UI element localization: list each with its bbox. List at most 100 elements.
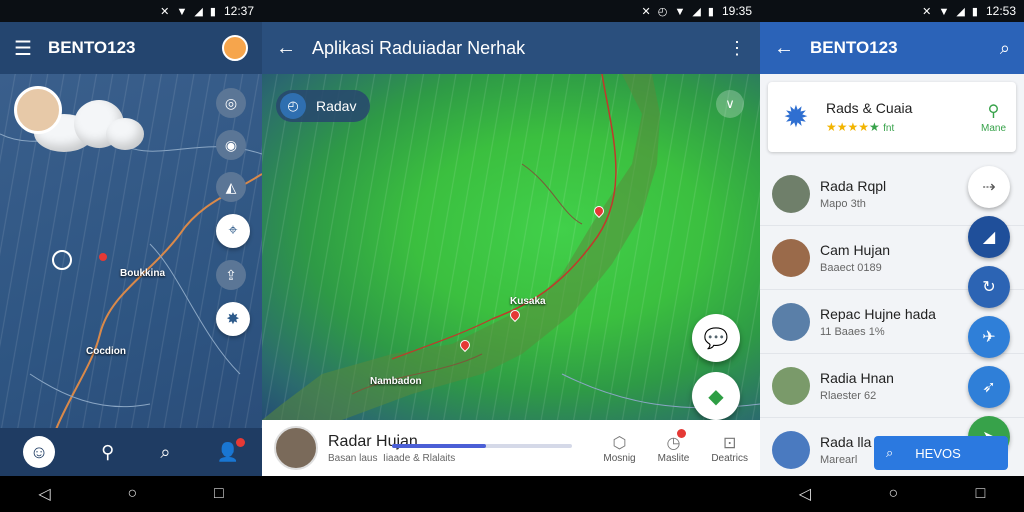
item-name: Radia Hnan — [820, 369, 894, 386]
rocket-icon[interactable]: ➶ — [968, 366, 1010, 408]
system-nav-bar — [262, 476, 760, 512]
system-nav-bar: ◁ ○ □ — [760, 476, 1024, 512]
plane-icon[interactable]: ✈ — [968, 316, 1010, 358]
location-label: Mane — [980, 122, 1006, 134]
phone-screen-map-overview: ✕ ▼ ◢ ▮ 12:37 ☰ BENTO123 Boukkina Cocdio… — [0, 0, 262, 512]
bottom-navigation: ☺ ⚲ ⌕ 👤 — [0, 428, 262, 476]
chevron-down-icon[interactable]: ∨ — [716, 90, 744, 118]
location-shortcut[interactable]: ⚲ Mane — [981, 101, 1006, 134]
tab-maslite[interactable]: ◷ Maslite — [657, 428, 690, 464]
app-title: BENTO123 — [810, 38, 898, 57]
chat-icon[interactable]: ◢ — [968, 216, 1010, 258]
item-sub: Mapo 3th — [820, 197, 866, 210]
more-vert-icon[interactable]: ⋮ — [728, 38, 746, 59]
status-icons: ✕ ▼ ◢ ▮ — [160, 5, 218, 18]
status-time: 19:35 — [721, 4, 752, 18]
status-time: 12:53 — [985, 4, 1016, 18]
tab-mosnig[interactable]: ⬡ Mosnig — [603, 433, 635, 464]
profile-avatar[interactable] — [222, 35, 248, 61]
status-icons: ✕ ◴ ▼ ◢ ▮ — [641, 5, 716, 18]
panel-subtitle-a: Basan laus — [328, 452, 378, 464]
item-avatar — [772, 430, 810, 469]
item-name: Rada Rqpl — [820, 177, 887, 194]
back-arrow-icon[interactable]: ← — [774, 37, 794, 60]
app-title: Aplikasi Raduiadar Nerhak — [312, 37, 526, 58]
back-arrow-icon[interactable]: ← — [276, 37, 296, 60]
status-time: 12:37 — [223, 4, 254, 18]
panel-subtitle-b: Iiaade & Rlalaits — [383, 452, 456, 464]
share-icon[interactable]: ⇪ — [216, 260, 246, 290]
status-icons: ✕ ▼ ◢ ▮ — [922, 5, 980, 18]
home-circle-icon[interactable]: ○ — [127, 485, 137, 503]
location-icon[interactable]: ⚲ — [101, 442, 114, 463]
refresh-icon[interactable]: ↻ — [968, 266, 1010, 308]
home-circle-icon[interactable]: ○ — [888, 485, 898, 503]
cube-icon: ⬡ — [612, 434, 627, 452]
tab-label: Mosnig — [603, 452, 636, 464]
compass-icon[interactable]: ◉ — [216, 130, 246, 160]
map-coastline — [262, 74, 760, 420]
dashboard-icon: ⊡ — [722, 434, 737, 452]
weather-map[interactable]: Boukkina Cocdion ◎ ◉ ◭ ⌖ ⇪ ✸ — [0, 74, 262, 476]
news-button-label: HEVOS — [915, 445, 961, 461]
forward-arrow-icon[interactable]: ⇢ — [968, 166, 1010, 208]
feature-card[interactable]: ✹ Rads & Cuaia ★★★★★ fnt ⚲ Mane — [768, 82, 1016, 152]
recents-icon[interactable]: □ — [214, 485, 224, 503]
progress-fill — [392, 444, 486, 448]
location-pin-icon: ⚲ — [987, 102, 1000, 120]
item-sub: 11 Baaes 1% — [820, 325, 885, 338]
loading-progress-bar — [392, 444, 572, 448]
tab-label: Maslite — [657, 452, 690, 464]
settings-icon[interactable]: ✸ — [216, 302, 250, 336]
item-avatar — [772, 174, 810, 213]
search-icon[interactable]: ⌕ — [160, 442, 170, 463]
tab-deatrics[interactable]: ⊡ Deatrics — [711, 433, 748, 464]
back-icon[interactable]: ◁ — [799, 484, 811, 504]
alert-user-icon[interactable]: 👤 — [217, 437, 246, 463]
map-tools: ◎ ◉ ◭ ⌖ ⇪ ✸ — [216, 88, 250, 336]
home-icon[interactable]: ☺ — [23, 436, 56, 468]
radar-map[interactable]: ◴ Radav ∨ Kusaka Nambadon 💬 ◆ — [262, 74, 760, 420]
user-avatar — [14, 86, 62, 134]
chat-bubble-icon[interactable]: 💬 — [692, 314, 740, 362]
radar-layer-chip[interactable]: ◴ Radav — [276, 90, 371, 122]
map-layers-icon[interactable]: ◆ — [692, 372, 740, 420]
panel-tabs: ⬡ Mosnig ◷ Maslite ⊡ Deatrics — [603, 428, 748, 464]
app-bar: ☰ BENTO123 — [0, 22, 262, 74]
app-bar: ← BENTO123 ⌕ — [760, 22, 1024, 74]
tab-label: Deatrics — [711, 452, 748, 464]
gear-icon: ✹ — [783, 100, 809, 134]
system-nav-bar: ◁ ○ □ — [0, 476, 262, 512]
radar-info-panel: Radar Hujan Basan laus Iiaade & Rlalaits… — [262, 420, 760, 476]
item-sub: Rlaester 62 — [820, 389, 877, 402]
action-fab-stack: ⇢ ◢ ↻ ✈ ➶ ➤ — [968, 166, 1010, 458]
layers-icon[interactable]: ◎ — [216, 88, 246, 118]
map-label: Cocdion — [86, 346, 126, 357]
map-label: Boukkina — [120, 268, 166, 279]
item-sub: Marearl — [820, 453, 858, 466]
app-bar: ← Aplikasi Raduiadar Nerhak ⋮ — [262, 22, 760, 74]
status-bar: ✕ ◴ ▼ ◢ ▮ 19:35 — [262, 0, 760, 22]
radar-chip-label: Radav — [316, 98, 357, 114]
feature-name: Rads & Cuaia — [826, 100, 913, 116]
rating-stars: ★★★★★ fnt — [826, 120, 895, 134]
back-icon[interactable]: ◁ — [38, 484, 50, 504]
status-bar: ✕ ▼ ◢ ▮ 12:53 — [760, 0, 1024, 22]
item-name: Cam Hujan — [820, 241, 891, 258]
recents-icon[interactable]: □ — [976, 485, 986, 503]
item-name: Rada lla — [820, 433, 872, 450]
search-icon: ⌕ — [886, 445, 894, 460]
map-label: Kusaka — [510, 296, 546, 307]
item-name: Repac Hujne hada — [820, 305, 936, 322]
map-label: Nambadon — [370, 376, 422, 387]
item-avatar — [772, 238, 810, 277]
item-sub: Baaect 0189 — [820, 261, 882, 274]
app-title: BENTO123 — [47, 38, 136, 57]
navigation-icon[interactable]: ◭ — [216, 172, 246, 202]
item-avatar — [772, 302, 810, 341]
user-avatar — [274, 426, 318, 470]
hamburger-menu-icon[interactable]: ☰ — [14, 36, 32, 61]
search-icon[interactable]: ⌕ — [1000, 38, 1010, 59]
news-button[interactable]: ⌕ HEVOS — [874, 436, 1008, 470]
location-pin-icon[interactable]: ⌖ — [216, 214, 250, 248]
